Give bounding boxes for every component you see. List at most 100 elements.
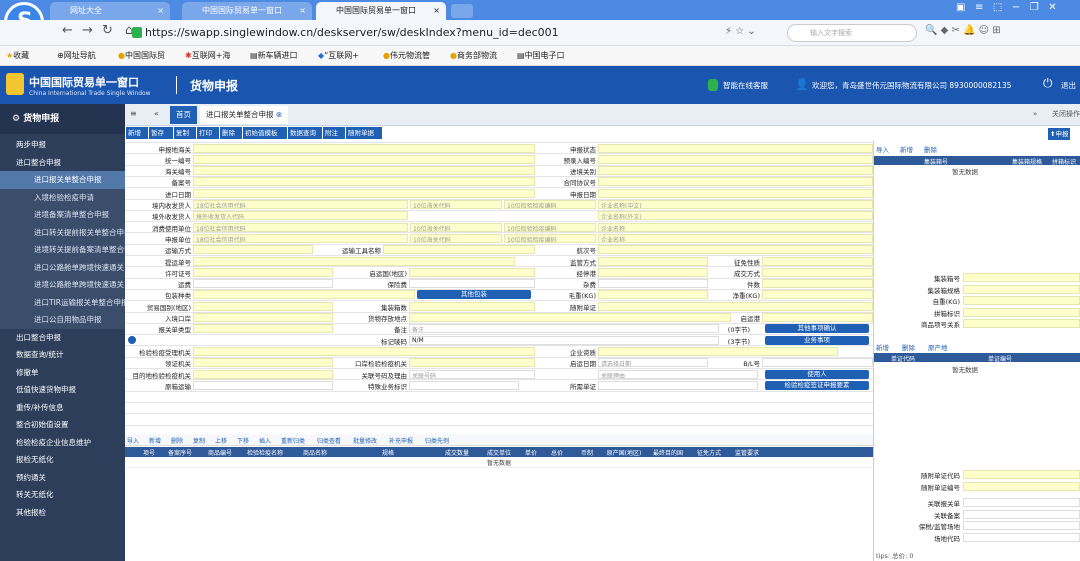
bookmark-item[interactable]: ▤新车辆进口 [250, 50, 298, 61]
sidebar-item[interactable]: 预约通关 [0, 469, 125, 487]
container-field-input[interactable] [963, 319, 1080, 328]
form-input[interactable] [598, 143, 873, 153]
form-input[interactable] [598, 154, 873, 164]
form-input[interactable]: 企业名称 [598, 233, 873, 243]
bookmark-item[interactable]: ⊕网址导航 [57, 50, 96, 61]
sidebar-item[interactable]: 出口整合申报 [0, 329, 125, 347]
goods-tool-button[interactable]: 补充申报 [389, 436, 413, 445]
form-input[interactable] [193, 267, 333, 277]
toolbar-button[interactable]: 附注 [323, 127, 345, 139]
collapse-icon[interactable]: ≡ [130, 109, 137, 118]
form-input[interactable] [193, 324, 333, 334]
container-column-header[interactable]: 集装箱规格 [1012, 157, 1042, 166]
form-input[interactable] [762, 279, 873, 289]
form-input[interactable]: 18位社会信用代码 [193, 200, 408, 209]
form-input[interactable]: 10位海关代码 [410, 200, 502, 209]
online-service-link[interactable]: 智能在线客服 [723, 80, 768, 91]
form-input[interactable]: 境外收发货人代码 [193, 211, 408, 221]
container-column-header[interactable]: 拼箱标识 [1052, 157, 1076, 166]
bookmark-item[interactable]: ▤中国电子口 [517, 50, 565, 61]
form-input[interactable]: 企业名称 [598, 222, 873, 232]
tab-prev-icon[interactable]: « [154, 109, 159, 118]
expand-icon[interactable] [128, 335, 136, 344]
close-ops-link[interactable]: 关闭操作 [1052, 109, 1080, 119]
container-field-input[interactable] [963, 296, 1080, 305]
browser-tab-1[interactable]: 网址大全 × [50, 2, 170, 20]
bookmark-item[interactable]: ●中国国际贸 [118, 50, 165, 61]
container-field-input[interactable] [963, 307, 1080, 317]
document-tool-button[interactable]: 原产地 [928, 342, 948, 352]
power-icon[interactable]: ⏻ [1043, 76, 1053, 91]
business-items-button[interactable]: 业务事项 [765, 335, 869, 345]
document-field-input[interactable] [963, 470, 1080, 479]
form-input[interactable] [383, 245, 535, 255]
sidebar-item[interactable]: 转关无纸化 [0, 486, 125, 504]
form-input[interactable] [762, 290, 873, 300]
goods-tool-button[interactable]: 批量修改 [353, 436, 377, 445]
form-input[interactable] [193, 313, 333, 322]
form-input[interactable] [193, 143, 535, 153]
grid-column-header[interactable]: 成交单位 [478, 448, 520, 457]
assoc-field-input[interactable] [963, 498, 1080, 507]
tab-import-declaration[interactable]: 进口报关单整合申报 ⊗ [200, 106, 289, 124]
sidebar-item[interactable]: 报检无纸化 [0, 451, 125, 469]
form-input[interactable] [193, 301, 333, 311]
form-input[interactable] [598, 267, 708, 277]
sidebar-item[interactable]: 进口报关单整合申报 [0, 171, 125, 189]
bookmark-item[interactable]: ★收藏 [6, 50, 29, 61]
sidebar-item[interactable]: 修撤单 [0, 364, 125, 382]
form-input[interactable] [193, 380, 333, 390]
browser-tool-icons[interactable]: 🔍 ◆ ✂ 🔔 ☺ ⊞ [925, 25, 1001, 36]
form-input[interactable] [193, 188, 535, 198]
document-tool-button[interactable]: 删除 [902, 342, 915, 352]
form-input[interactable] [598, 380, 758, 390]
sidebar-item[interactable]: 进口公路舱单跨境快速通关 [0, 258, 125, 276]
toolbar-button[interactable]: 新增 [126, 127, 148, 139]
container-tool-button[interactable]: 新增 [900, 144, 913, 154]
close-icon[interactable]: ⊗ [276, 110, 282, 119]
form-input[interactable]: 请选择日期 [598, 358, 708, 368]
form-input[interactable] [598, 256, 708, 266]
inspection-visa-button[interactable]: 检验检疫签证申报要素 [765, 380, 869, 390]
grid-column-header[interactable]: 商品名称 [290, 448, 340, 457]
goods-tool-button[interactable]: 归类查看 [317, 436, 341, 445]
form-input[interactable] [409, 267, 535, 277]
form-input[interactable] [598, 279, 708, 289]
sidebar-item[interactable]: 进口TIR运输报关单整合申报 [0, 293, 125, 311]
toolbar-button[interactable]: 随附单据 [346, 127, 382, 139]
bookmark-item[interactable]: ●伟元物流管 [383, 50, 430, 61]
bookmark-item[interactable]: ✱互联网+海 [185, 50, 230, 61]
grid-column-header[interactable]: 监管要求 [728, 448, 766, 457]
assoc-field-input[interactable] [963, 532, 1080, 542]
toolbar-button[interactable]: 数据查询 [288, 127, 322, 139]
browser-search-input[interactable]: 输入文字搜索 [787, 24, 917, 42]
goods-tool-button[interactable]: 新增 [149, 436, 161, 445]
sidebar-item[interactable]: 进境备案清单整合申报 [0, 206, 125, 224]
goods-tool-button[interactable]: 导入 [127, 436, 139, 445]
form-input[interactable]: 18位社会信用代码 [193, 233, 408, 243]
other-items-confirm-button[interactable]: 其他事项确认 [765, 324, 869, 334]
sidebar-item[interactable]: 两步申报 [0, 136, 125, 154]
form-input[interactable] [598, 346, 838, 356]
other-packaging-button[interactable]: 其他包装 [417, 290, 531, 300]
container-field-input[interactable] [963, 284, 1080, 294]
form-input[interactable]: 企业名称(中文) [598, 200, 873, 209]
document-column-header[interactable]: 单证代码 [891, 354, 915, 363]
browser-tab-3[interactable]: 中国国际贸易单一窗口 × [316, 2, 446, 20]
grid-column-header[interactable]: 商品编号 [200, 448, 240, 457]
form-input[interactable]: 10位海关代码 [410, 233, 502, 243]
goods-tool-button[interactable]: 复制 [193, 436, 205, 445]
sidebar-item[interactable]: 入境检验检疫申请 [0, 188, 125, 206]
addr-actions-icon[interactable]: ⚡ ☆ ⌄ [725, 26, 756, 37]
sidebar-item[interactable]: 进口整合申报 [0, 154, 125, 172]
reload-icon[interactable]: ↻ [102, 23, 113, 38]
container-tool-button[interactable]: 导入 [876, 144, 889, 154]
form-input[interactable] [193, 279, 333, 289]
container-tool-button[interactable]: 删除 [924, 144, 937, 154]
mark-input[interactable]: N/M [409, 335, 719, 345]
assoc-field-input[interactable] [963, 509, 1080, 519]
goods-tool-button[interactable]: 删除 [171, 436, 183, 445]
assoc-field-input[interactable] [963, 521, 1080, 530]
goods-tool-button[interactable]: 上移 [215, 436, 227, 445]
forward-icon[interactable]: → [82, 23, 93, 38]
